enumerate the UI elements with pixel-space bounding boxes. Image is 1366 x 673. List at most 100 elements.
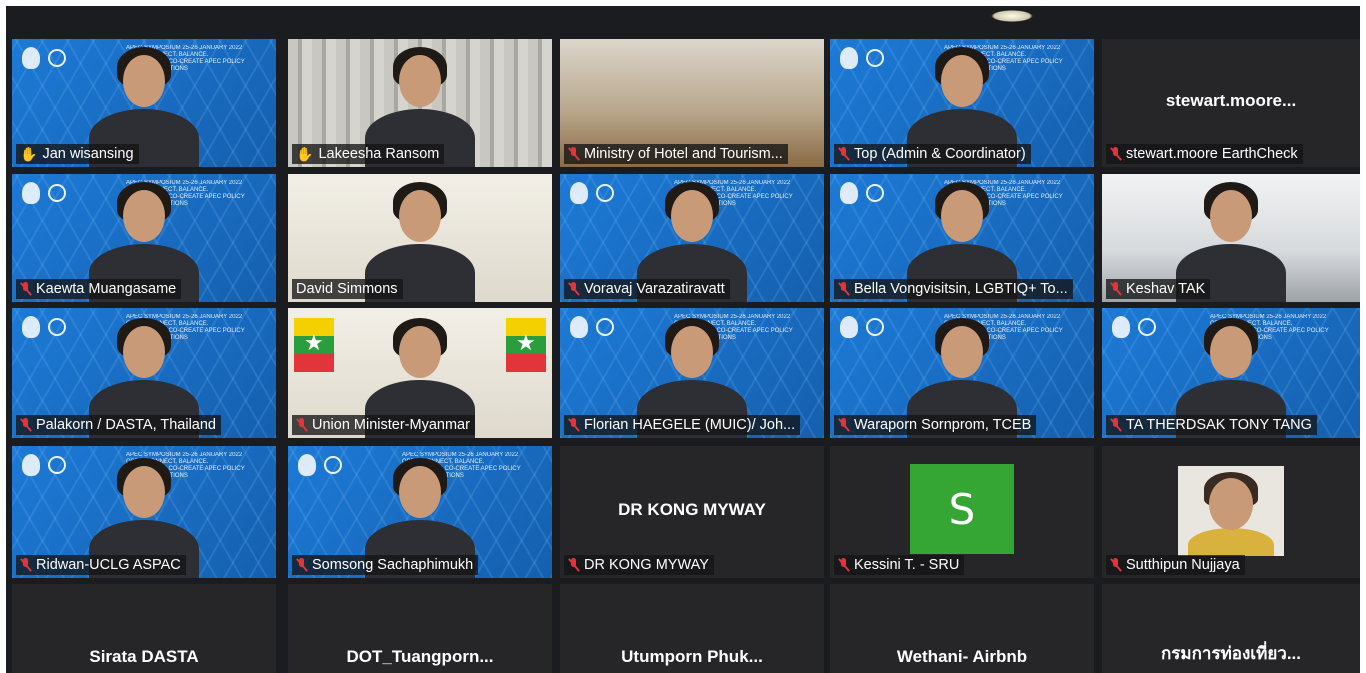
apec-logo [22,454,40,476]
apec-logo [840,47,858,69]
mic-muted-icon [568,147,579,161]
person-face [1210,326,1252,378]
mic-muted-icon [1110,147,1121,161]
mic-muted-icon [20,282,31,296]
participant-name-label: Kessini T. - SRU [834,555,965,575]
participant-name: DR KONG MYWAY [584,557,709,573]
participant-name-label: Palakorn / DASTA, Thailand [16,415,221,435]
mic-muted-icon [568,282,579,296]
mic-muted-icon [838,147,849,161]
mic-muted-icon [1110,558,1121,572]
avatar-letter: S [948,484,976,534]
emblem-logo [1138,318,1156,336]
apec-logo [570,316,588,338]
person-face [123,326,165,378]
participant-tile[interactable]: APEC SYMPOSIUM 25-26 JANUARY 2022OPEN. C… [830,174,1094,302]
participant-name: Palakorn / DASTA, Thailand [36,417,216,433]
participant-tile[interactable]: DOT_Tuangporn... [288,584,552,673]
emblem-logo [866,184,884,202]
participant-name: Waraporn Sornprom, TCEB [854,417,1032,433]
mic-muted-icon [296,558,307,572]
mic-muted-icon [838,418,849,432]
participant-tile[interactable]: Sutthipun Nujjaya [1102,446,1360,578]
participant-tile[interactable]: APEC SYMPOSIUM 25-26 JANUARY 2022OPEN. C… [560,174,824,302]
emblem-logo [596,318,614,336]
emblem-logo [866,49,884,67]
participant-name: Ministry of Hotel and Tourism... [584,146,783,162]
participant-name: Bella Vongvisitsin, LGBTIQ+ To... [854,281,1068,297]
participant-tile[interactable]: APEC SYMPOSIUM 25-26 JANUARY 2022OPEN. C… [560,308,824,438]
raised-hand-icon: ✋ [296,146,314,162]
participant-tile[interactable]: stewart.moore... stewart.moore EarthCheck [1102,39,1360,167]
participant-name: Kessini T. - SRU [854,557,960,573]
person-face [671,326,713,378]
mic-muted-icon [20,418,31,432]
participant-name: Florian HAEGELE (MUIC)/ Joh... [584,417,796,433]
apec-logo [22,47,40,69]
participant-tile[interactable]: Ministry of Hotel and Tourism... [560,39,824,167]
participant-tile[interactable]: APEC SYMPOSIUM 25-26 JANUARY 2022OPEN. C… [12,39,276,167]
apec-logo [22,316,40,338]
person-face [123,55,165,107]
participant-name: Somsong Sachaphimukh [312,557,474,573]
participant-tile[interactable]: APEC SYMPOSIUM 25-26 JANUARY 2022OPEN. C… [830,308,1094,438]
emblem-logo [48,184,66,202]
participant-name-label: Kaewta Muangasame [16,279,182,299]
myanmar-flag [294,318,334,372]
participant-name-label: Ridwan-UCLG ASPAC [16,555,186,575]
person-face [941,55,983,107]
participant-tile[interactable]: APEC SYMPOSIUM 25-26 JANUARY 2022OPEN. C… [12,446,276,578]
participant-name-label: TA THERDSAK TONY TANG [1106,415,1317,435]
mic-muted-icon [838,282,849,296]
participant-name: Kaewta Muangasame [36,281,177,297]
participant-name: Ridwan-UCLG ASPAC [36,557,181,573]
person-face [671,190,713,242]
apec-logo [570,182,588,204]
emblem-logo [48,318,66,336]
participant-tile[interactable]: APEC SYMPOSIUM 25-26 JANUARY 2022OPEN. C… [288,446,552,578]
participant-display-name: กรมการท่องเที่ยว... [1160,644,1301,663]
emblem-logo [324,456,342,474]
participant-tile[interactable]: Utumporn Phuk... [560,584,824,673]
participant-name-label: DR KONG MYWAY [564,555,714,575]
participant-tile[interactable]: APEC SYMPOSIUM 25-26 JANUARY 2022OPEN. C… [12,174,276,302]
participant-name: Jan wisansing [42,146,134,162]
person-face [123,190,165,242]
participant-name-label: Waraporn Sornprom, TCEB [834,415,1037,435]
participant-name: Lakeesha Ransom [318,146,440,162]
person-face [399,55,441,107]
participant-name: Keshav TAK [1126,281,1206,297]
participant-name-label: Ministry of Hotel and Tourism... [564,144,788,164]
participant-tile[interactable]: ✋ Lakeesha Ransom [288,39,552,167]
mic-muted-icon [20,558,31,572]
participant-tile[interactable]: Union Minister-Myanmar [288,308,552,438]
participant-display-name: stewart.moore... [1165,91,1297,110]
person-face [941,326,983,378]
participant-tile[interactable]: David Simmons [288,174,552,302]
participant-display-name: Sirata DASTA [89,647,199,666]
participant-name-label: Sutthipun Nujjaya [1106,555,1245,575]
participant-tile[interactable]: APEC SYMPOSIUM 25-26 JANUARY 2022OPEN. C… [1102,308,1360,438]
participant-name: David Simmons [296,281,398,297]
participant-tile[interactable]: Keshav TAK [1102,174,1360,302]
participant-name: Voravaj Varazatiravatt [584,281,725,297]
participant-name-label: ✋ Lakeesha Ransom [292,144,445,164]
avatar [1178,466,1284,556]
participant-name-label: Florian HAEGELE (MUIC)/ Joh... [564,415,801,435]
participant-tile[interactable]: DR KONG MYWAY DR KONG MYWAY [560,446,824,578]
participant-tile[interactable]: กรมการท่องเที่ยว... [1102,584,1360,673]
participant-name: Top (Admin & Coordinator) [854,146,1026,162]
participant-tile[interactable]: Sirata DASTA [12,584,276,673]
avatar-body [1188,528,1274,556]
participant-tile[interactable]: APEC SYMPOSIUM 25-26 JANUARY 2022OPEN. C… [830,39,1094,167]
mic-muted-icon [296,418,307,432]
person-face [399,190,441,242]
participant-tile[interactable]: APEC SYMPOSIUM 25-26 JANUARY 2022OPEN. C… [12,308,276,438]
participant-tile[interactable]: S Kessini T. - SRU [830,446,1094,578]
participant-name-label: Voravaj Varazatiravatt [564,279,730,299]
participant-display-name: DR KONG MYWAY [618,500,766,519]
participant-tile[interactable]: Wethani- Airbnb [830,584,1094,673]
person-face [399,326,441,378]
participant-display-name: Utumporn Phuk... [621,647,763,666]
emblem-logo [866,318,884,336]
